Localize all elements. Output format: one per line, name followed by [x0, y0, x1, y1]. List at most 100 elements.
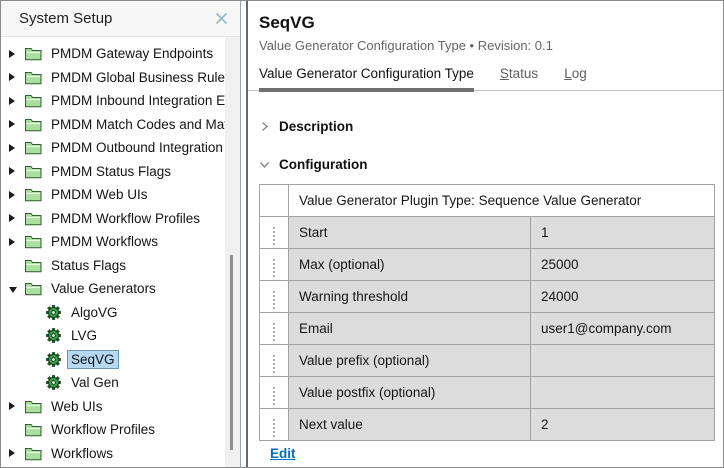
expander-collapsed-icon[interactable]: [9, 50, 25, 58]
folder-icon: [25, 187, 42, 202]
kebab-menu-icon[interactable]: [270, 352, 278, 376]
tab-log[interactable]: Log: [564, 66, 587, 81]
table-row-value-postfix: Value postfix (optional): [260, 377, 715, 409]
expander-collapsed-icon[interactable]: [9, 238, 25, 246]
tree-item-lvg[interactable]: LVG: [1, 324, 225, 348]
expander-collapsed-icon[interactable]: [9, 73, 25, 81]
tree-item-workflows[interactable]: Workflows: [1, 442, 225, 466]
edit-link[interactable]: Edit: [270, 446, 296, 461]
tree-item-pmdm-workflow-profiles[interactable]: PMDM Workflow Profiles: [1, 207, 225, 231]
folder-icon: [25, 258, 42, 273]
close-icon[interactable]: [212, 10, 230, 28]
row-value: 2: [531, 409, 715, 441]
expander-collapsed-icon[interactable]: [9, 167, 25, 175]
tree-item-label: Workflow Profiles: [47, 420, 159, 439]
tree-item-pmdm-inbound-integration[interactable]: PMDM Inbound Integration E: [1, 89, 225, 113]
expander-expanded-icon[interactable]: [9, 285, 25, 293]
tree-item-pmdm-match-codes[interactable]: PMDM Match Codes and Matc: [1, 113, 225, 137]
tree-item-label: PMDM Workflow Profiles: [47, 209, 204, 228]
row-value: 24000: [531, 281, 715, 313]
folder-icon: [25, 211, 42, 226]
tab-bar: Value Generator Configuration Type Statu…: [248, 66, 723, 91]
folder-icon: [25, 46, 42, 61]
tree-item-web-uis[interactable]: Web UIs: [1, 395, 225, 419]
tree-item-algovg[interactable]: AlgoVG: [1, 301, 225, 325]
kebab-menu-icon[interactable]: [270, 256, 278, 280]
tree-item-label-selected: SeqVG: [67, 350, 119, 369]
expander-collapsed-icon[interactable]: [9, 402, 25, 410]
kebab-menu-icon[interactable]: [270, 288, 278, 312]
row-label: Next value: [289, 409, 531, 441]
folder-icon: [25, 164, 42, 179]
tree-item-label: PMDM Web UIs: [47, 185, 152, 204]
folder-icon: [25, 140, 42, 155]
table-row-value-prefix: Value prefix (optional): [260, 345, 715, 377]
expander-collapsed-icon[interactable]: [9, 449, 25, 457]
section-title: Configuration: [279, 157, 367, 172]
tree-item-label: LVG: [67, 326, 101, 345]
tab-label: og: [572, 66, 587, 81]
gear-icon: [45, 352, 62, 367]
configuration-table: Value Generator Plugin Type: Sequence Va…: [259, 184, 715, 441]
vertical-scrollbar[interactable]: [225, 37, 240, 467]
row-label: Email: [289, 313, 531, 345]
tree-item-label: AlgoVG: [67, 303, 122, 322]
system-setup-panel: System Setup PMDM Gateway Endpoints PMDM…: [1, 1, 241, 467]
table-row-next-value: Next value 2: [260, 409, 715, 441]
tree-item-pmdm-workflows[interactable]: PMDM Workflows: [1, 230, 225, 254]
row-value: user1@company.com: [531, 313, 715, 345]
tree-item-pmdm-gateway-endpoints[interactable]: PMDM Gateway Endpoints: [1, 42, 225, 66]
expander-collapsed-icon[interactable]: [9, 97, 25, 105]
panel-title: System Setup: [19, 10, 112, 27]
kebab-menu-icon[interactable]: [270, 224, 278, 248]
tree-item-status-flags[interactable]: Status Flags: [1, 254, 225, 278]
expander-collapsed-icon[interactable]: [9, 144, 25, 152]
kebab-menu-icon[interactable]: [270, 384, 278, 408]
tree-item-value-generators[interactable]: Value Generators: [1, 277, 225, 301]
tree-item-label: Workflows: [47, 444, 117, 463]
tree-item-label: PMDM Outbound Integration: [47, 138, 225, 157]
tab-accel: L: [564, 66, 572, 81]
chevron-down-icon[interactable]: [259, 159, 270, 170]
tree-item-label: Web UIs: [47, 397, 107, 416]
application-window: System Setup PMDM Gateway Endpoints PMDM…: [0, 0, 724, 468]
kebab-menu-icon[interactable]: [270, 320, 278, 344]
row-label: Value prefix (optional): [289, 345, 531, 377]
tree-item-pmdm-global-business-rules[interactable]: PMDM Global Business Rules: [1, 66, 225, 90]
expander-collapsed-icon[interactable]: [9, 120, 25, 128]
tree-item-label: PMDM Workflows: [47, 232, 162, 251]
row-handle-cell: [260, 185, 289, 217]
tree-item-label: Val Gen: [67, 373, 123, 392]
row-label: Start: [289, 217, 531, 249]
table-row-warning-threshold: Warning threshold 24000: [260, 281, 715, 313]
chevron-right-icon[interactable]: [259, 121, 270, 132]
tree-item-label: PMDM Status Flags: [47, 162, 175, 181]
section-description-header[interactable]: Description: [259, 119, 723, 134]
row-value: [531, 377, 715, 409]
tree-item-workflow-profiles[interactable]: Workflow Profiles: [1, 418, 225, 442]
tree-item-pmdm-web-uis[interactable]: PMDM Web UIs: [1, 183, 225, 207]
tab-status[interactable]: Status: [500, 66, 538, 81]
tree-item-label: Value Generators: [47, 279, 160, 298]
tab-label: Value Generator Configuration Type: [259, 66, 474, 81]
tree-container: PMDM Gateway Endpoints PMDM Global Busin…: [1, 37, 240, 467]
folder-icon: [25, 446, 42, 461]
table-row-start: Start 1: [260, 217, 715, 249]
expander-collapsed-icon[interactable]: [9, 214, 25, 222]
section-title: Description: [279, 119, 353, 134]
tree-item-seqvg[interactable]: SeqVG: [1, 348, 225, 372]
detail-panel: SeqVG Value Generator Configuration Type…: [246, 1, 723, 467]
tree-item-pmdm-status-flags[interactable]: PMDM Status Flags: [1, 160, 225, 184]
row-label: Warning threshold: [289, 281, 531, 313]
tab-value-generator-configuration-type[interactable]: Value Generator Configuration Type: [259, 66, 474, 81]
gear-icon: [45, 375, 62, 390]
tree-item-pmdm-outbound-integration[interactable]: PMDM Outbound Integration: [1, 136, 225, 160]
tree-item-label: PMDM Global Business Rules: [47, 68, 225, 87]
tree-item-val-gen[interactable]: Val Gen: [1, 371, 225, 395]
row-value: 1: [531, 217, 715, 249]
folder-icon: [25, 234, 42, 249]
scrollbar-thumb[interactable]: [230, 255, 233, 450]
kebab-menu-icon[interactable]: [270, 416, 278, 440]
section-configuration-header[interactable]: Configuration: [259, 157, 723, 172]
expander-collapsed-icon[interactable]: [9, 191, 25, 199]
